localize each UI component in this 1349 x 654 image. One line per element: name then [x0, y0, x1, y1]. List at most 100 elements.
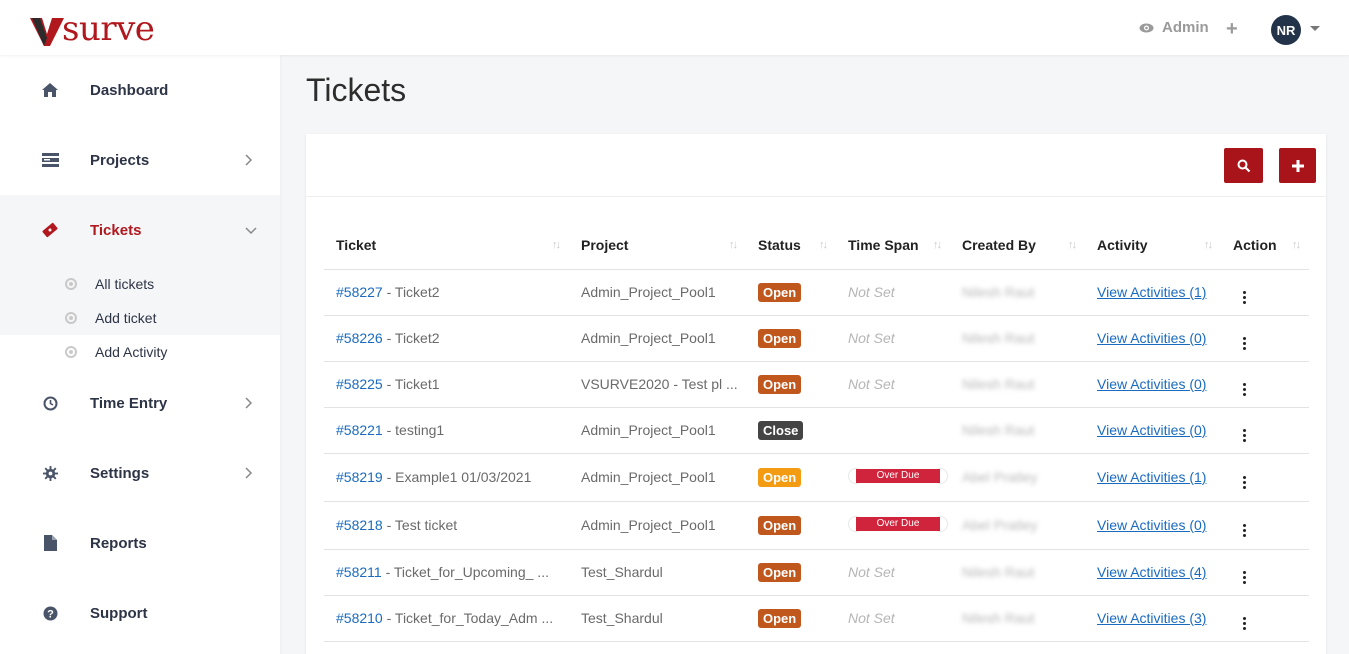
status-cell: Open	[746, 595, 836, 642]
created-by-cell: Nilesh Raut	[950, 361, 1085, 408]
status-badge: Open	[758, 608, 802, 628]
table-row: #58226 - Ticket2 Admin_Project_Pool1 Open N…	[324, 315, 1309, 362]
sort-icon[interactable]: ↑↓	[552, 239, 561, 251]
action-cell	[1221, 361, 1309, 408]
server-icon	[41, 151, 59, 169]
view-activities-link[interactable]: View Activities (0)	[1097, 330, 1206, 346]
sidebar-item-reports[interactable]: Reports	[0, 508, 280, 578]
action-cell	[1221, 595, 1309, 642]
sidebar-item-label: Support	[90, 604, 148, 622]
created-by-cell: Nilesh Raut	[950, 549, 1085, 596]
view-activities-link[interactable]: View Activities (4)	[1097, 564, 1206, 580]
more-options-icon[interactable]	[1243, 290, 1246, 304]
sidebar-item-dashboard[interactable]: Dashboard	[0, 55, 280, 125]
chevron-down-icon[interactable]	[1310, 26, 1320, 31]
sort-icon[interactable]: ↑↓	[819, 239, 828, 251]
column-header-activity[interactable]: Activity ↑↓	[1085, 222, 1221, 270]
created-by-cell: Abel Pratley	[950, 501, 1085, 550]
created-by-value: Abel Pratley	[962, 469, 1038, 485]
sort-icon[interactable]: ↑↓	[1292, 239, 1301, 251]
ticket-name: - testing1	[382, 422, 445, 438]
eye-icon	[1139, 23, 1154, 32]
ticket-name: - Ticket_for_Upcoming_ ...	[381, 564, 549, 580]
ticket-id-link[interactable]: #58218	[336, 517, 383, 533]
activity-cell: View Activities (0)	[1085, 315, 1221, 362]
more-options-icon[interactable]	[1243, 523, 1246, 537]
clock-icon	[41, 394, 59, 412]
view-activities-link[interactable]: View Activities (0)	[1097, 517, 1206, 533]
view-activities-link[interactable]: View Activities (1)	[1097, 284, 1206, 300]
status-badge: Open	[758, 328, 802, 348]
plus-icon[interactable]: +	[1226, 19, 1238, 39]
view-activities-link[interactable]: View Activities (1)	[1097, 469, 1206, 485]
file-icon	[41, 534, 59, 552]
sidebar-item-label: Projects	[90, 151, 150, 169]
time-span-cell	[836, 407, 950, 454]
column-header-created-by[interactable]: Created By ↑↓	[950, 222, 1085, 270]
more-options-icon[interactable]	[1243, 616, 1246, 630]
ticket-name: - Test ticket	[382, 517, 458, 533]
time-span-cell: Not Set	[836, 595, 950, 642]
more-options-icon[interactable]	[1243, 428, 1246, 442]
card-toolbar	[306, 134, 1326, 197]
project-cell: Test_Shardul	[569, 595, 746, 642]
action-cell	[1221, 453, 1309, 502]
status-badge: Open	[758, 374, 802, 394]
time-span-cell: Not Set	[836, 315, 950, 362]
view-activities-link[interactable]: View Activities (0)	[1097, 376, 1206, 392]
created-by-cell: Nilesh Raut	[950, 407, 1085, 454]
more-options-icon[interactable]	[1243, 475, 1246, 489]
column-header-action[interactable]: Action ↑↓	[1221, 222, 1309, 270]
activity-cell: View Activities (0)	[1085, 407, 1221, 454]
column-header-ticket[interactable]: Ticket ↑↓	[324, 222, 569, 270]
sort-icon[interactable]: ↑↓	[1204, 239, 1213, 251]
sort-icon[interactable]: ↑↓	[729, 239, 738, 251]
ticket-id-link[interactable]: #58225	[336, 376, 383, 392]
status-badge: Open	[758, 282, 802, 302]
ticket-id-link[interactable]: #58211	[336, 564, 382, 580]
avatar[interactable]: NR	[1271, 15, 1301, 45]
ticket-name: - Ticket_for_Today_Adm ...	[382, 610, 554, 626]
more-options-icon[interactable]	[1243, 336, 1246, 350]
plus-icon	[1291, 159, 1304, 172]
sort-icon[interactable]: ↑↓	[933, 239, 942, 251]
status-cell: Close	[746, 407, 836, 454]
sidebar-item-label: Dashboard	[90, 81, 169, 99]
add-ticket-button[interactable]	[1279, 148, 1316, 183]
sidebar: Dashboard Projects Tickets All tickets A…	[0, 55, 280, 654]
column-header-time-span[interactable]: Time Span ↑↓	[836, 222, 950, 270]
ticket-id-link[interactable]: #58226	[336, 330, 383, 346]
status-cell: Open	[746, 315, 836, 362]
more-options-icon[interactable]	[1243, 382, 1246, 396]
sidebar-item-time-entry[interactable]: Time Entry	[0, 368, 280, 438]
logo-text: surve	[62, 9, 155, 49]
submenu-all-tickets[interactable]: All tickets	[0, 267, 280, 301]
sidebar-item-support[interactable]: ? Support	[0, 578, 280, 648]
view-activities-link[interactable]: View Activities (0)	[1097, 422, 1206, 438]
activity-cell: View Activities (3)	[1085, 595, 1221, 642]
activity-cell: View Activities (4)	[1085, 549, 1221, 596]
page-title: Tickets	[306, 72, 407, 108]
vsurve-logo[interactable]: surve	[30, 8, 155, 49]
sort-icon[interactable]: ↑↓	[1068, 239, 1077, 251]
status-badge: Open	[758, 467, 802, 487]
ticket-id-link[interactable]: #58221	[336, 422, 383, 438]
ticket-icon	[41, 221, 59, 239]
question-icon: ?	[41, 604, 59, 622]
top-bar: surve Admin + NR	[0, 0, 1349, 55]
sidebar-item-tickets[interactable]: Tickets	[0, 195, 280, 265]
search-button[interactable]	[1224, 148, 1263, 183]
view-as-admin[interactable]: Admin	[1139, 19, 1209, 36]
submenu-add-activity[interactable]: Add Activity	[0, 335, 280, 369]
sidebar-item-projects[interactable]: Projects	[0, 125, 280, 195]
submenu-add-ticket[interactable]: Add ticket	[0, 301, 280, 335]
ticket-id-link[interactable]: #58210	[336, 610, 383, 626]
more-options-icon[interactable]	[1243, 570, 1246, 584]
ticket-id-link[interactable]: #58227	[336, 284, 383, 300]
column-header-status[interactable]: Status ↑↓	[746, 222, 836, 270]
view-activities-link[interactable]: View Activities (3)	[1097, 610, 1206, 626]
sidebar-item-label: Time Entry	[90, 394, 168, 412]
sidebar-item-settings[interactable]: Settings	[0, 438, 280, 508]
column-header-project[interactable]: Project ↑↓	[569, 222, 746, 270]
ticket-id-link[interactable]: #58219	[336, 469, 383, 485]
